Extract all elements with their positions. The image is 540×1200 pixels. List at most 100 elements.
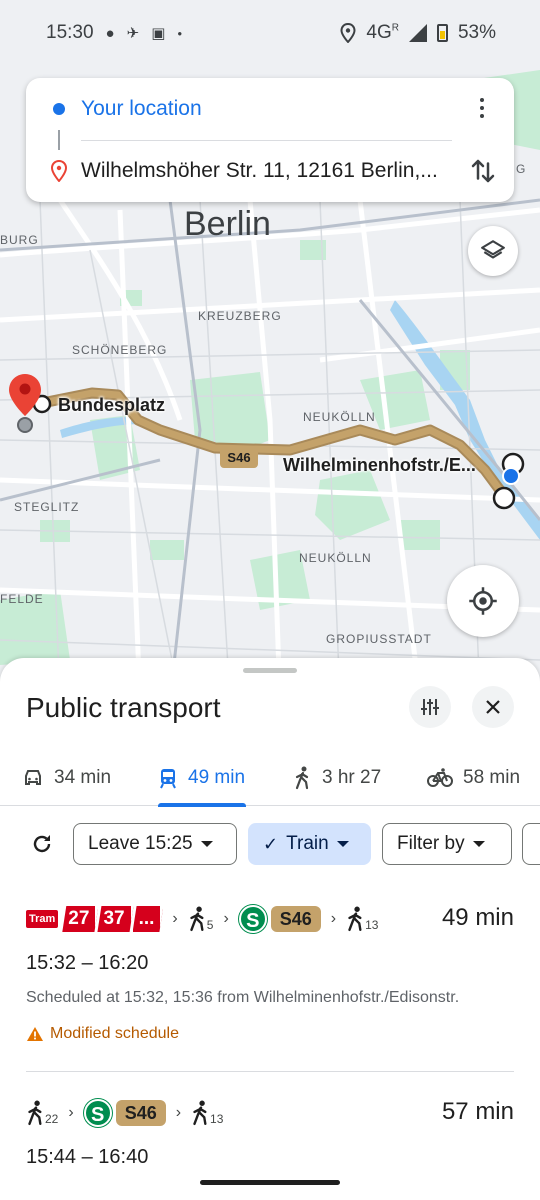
filter-by-chip[interactable]: Filter by	[382, 823, 512, 865]
trip-option[interactable]: Tram 27 37 ... › 5 › S S46 › 13 49 min 1…	[26, 894, 514, 1043]
chevron-right-icon: ›	[172, 910, 178, 927]
chevron-right-icon: ›	[68, 1104, 74, 1121]
directions-search-card: Your location Wilhelmshöher Str. 11, 121…	[26, 78, 514, 202]
district-label: G	[516, 162, 527, 176]
walk-step: 22	[26, 1100, 58, 1126]
current-location-dot	[502, 467, 520, 485]
route-connector	[58, 130, 60, 150]
tab-label: 58 min	[463, 767, 521, 788]
layers-button[interactable]	[468, 226, 518, 276]
car-icon	[25, 770, 41, 785]
trip-times: 15:44 – 16:40	[26, 1146, 149, 1168]
layers-icon	[481, 240, 505, 259]
trip-times: 15:32 – 16:20	[26, 952, 149, 974]
dot-icon: ●	[177, 28, 183, 38]
chevron-right-icon: ›	[223, 910, 229, 927]
walk-icon	[295, 766, 309, 790]
status-bar: 15:30 ● ✈ ▣ ● 4GR 53%	[0, 0, 540, 66]
battery-icon	[436, 24, 448, 42]
sheet-handle[interactable]	[243, 668, 297, 673]
trip-duration: 49 min	[441, 904, 514, 931]
tram-line: 37	[97, 906, 133, 932]
close-icon	[486, 700, 500, 714]
warning-icon	[27, 1027, 43, 1041]
walk-icon	[28, 1100, 42, 1126]
directions-sheet: Public transport 34 min 49 min 3 hr 27 5…	[0, 658, 540, 1200]
walk-icon	[348, 906, 362, 932]
trip-duration: 57 min	[441, 1098, 514, 1125]
walk-step: 13	[346, 906, 378, 932]
tram-line: 27	[62, 906, 98, 932]
tram-lines: 27 37 ...	[62, 906, 162, 932]
tab-drive[interactable]: 34 min	[22, 750, 111, 806]
district-label: BURG	[0, 233, 39, 247]
tab-label: 3 hr 27	[322, 767, 382, 788]
chip-label: Filter by	[397, 833, 465, 854]
stop-marker-board	[492, 486, 516, 510]
network-type: 4GR	[366, 22, 399, 43]
walk-icon	[193, 1100, 207, 1126]
chevron-down-icon	[336, 841, 349, 847]
crosshair-icon	[469, 587, 497, 615]
location-status-icon	[340, 23, 356, 43]
train-icon	[160, 769, 176, 789]
chip-label: Train	[286, 833, 329, 854]
my-location-button[interactable]	[447, 565, 519, 637]
destination-field[interactable]: Wilhelmshöher Str. 11, 12161 Berlin,...	[26, 154, 514, 188]
chevron-right-icon: ›	[175, 1104, 182, 1121]
tab-label: 34 min	[54, 767, 112, 788]
divider	[81, 140, 452, 141]
gesture-nav-bar[interactable]	[200, 1180, 340, 1185]
walk-icon	[190, 906, 204, 932]
tab-label: 49 min	[188, 767, 246, 788]
route-line-label: S46	[220, 448, 258, 468]
district-label: NEUKÖLLN	[303, 410, 376, 424]
tab-walk[interactable]: 3 hr 27	[294, 750, 381, 806]
district-label: GROPIUSSTADT	[326, 632, 432, 646]
district-label: NEUKÖLLN	[299, 551, 372, 565]
line-badge: S46	[115, 1100, 166, 1126]
chevron-down-icon	[200, 841, 213, 847]
trip-option[interactable]: 22 › S S46 › 13 57 min 15:44 – 16:40	[26, 1088, 514, 1169]
clock: 15:30	[46, 22, 94, 43]
more-filter-chip[interactable]	[522, 823, 540, 865]
tab-transit[interactable]: 49 min	[158, 750, 246, 807]
travel-mode-tabs: 34 min 49 min 3 hr 27 58 min	[0, 750, 540, 807]
stop-label-end[interactable]: Wilhelminenhofstr./E...	[283, 455, 476, 476]
trip-steps: Tram 27 37 ... › 5 › S S46 › 13 49 min	[26, 894, 514, 944]
sheet-title: Public transport	[26, 692, 221, 723]
more-options-button[interactable]	[470, 94, 494, 122]
schedule-warning: Modified schedule	[26, 1025, 514, 1043]
district-label: STEGLITZ	[14, 500, 80, 514]
filter-chips: Leave 15:25 ✓ Train Filter by	[0, 822, 540, 866]
refresh-icon[interactable]	[30, 832, 54, 856]
tram-line: ...	[133, 906, 164, 932]
line-badge: S46	[270, 906, 321, 932]
walk-step: 5	[188, 906, 213, 932]
origin-field[interactable]: Your location	[26, 92, 514, 126]
origin-text: Your location	[81, 97, 202, 120]
swap-icon[interactable]	[468, 156, 498, 186]
train-filter-chip[interactable]: ✓ Train	[248, 823, 371, 865]
battery-percent: 53%	[457, 22, 496, 43]
trip-steps: 22 › S S46 › 13 57 min	[26, 1088, 514, 1138]
airplane-icon: ✈	[126, 25, 140, 42]
signal-icon	[408, 24, 427, 42]
chat-bubble-icon: ●	[105, 24, 115, 42]
close-button[interactable]	[472, 686, 514, 728]
origin-dot-icon	[53, 103, 65, 115]
walk-step: 13	[191, 1100, 223, 1126]
tram-badge: Tram	[26, 910, 59, 928]
chip-label: Leave 15:25	[88, 833, 193, 854]
options-button[interactable]	[409, 686, 451, 728]
chevron-down-icon	[472, 841, 485, 847]
tab-bike[interactable]: 58 min	[427, 750, 520, 806]
stop-label-start[interactable]: Bundesplatz	[58, 395, 165, 416]
sliders-icon	[421, 699, 439, 715]
leave-time-chip[interactable]: Leave 15:25	[73, 823, 237, 865]
city-label: Berlin	[184, 205, 271, 243]
district-label: SCHÖNEBERG	[72, 343, 168, 357]
bike-icon	[427, 768, 453, 787]
destination-pin-icon	[50, 160, 68, 182]
chevron-right-icon: ›	[330, 910, 337, 927]
